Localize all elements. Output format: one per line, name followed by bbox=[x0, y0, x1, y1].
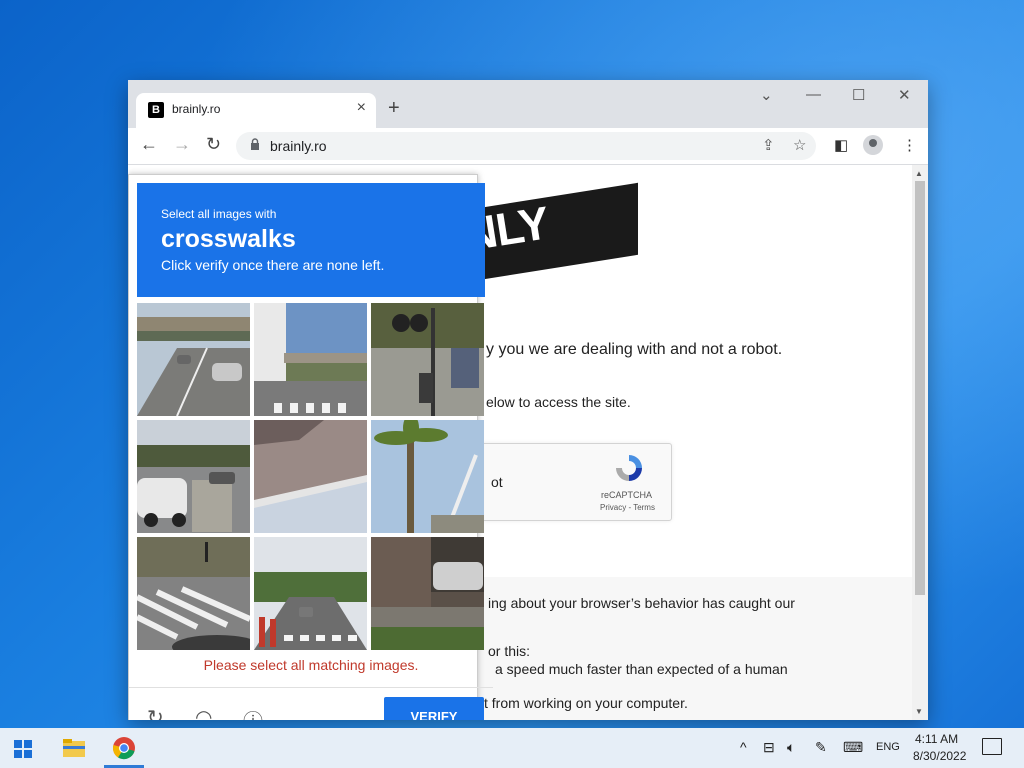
captcha-divider bbox=[129, 687, 493, 688]
browser-tab[interactable]: B brainly.ro × bbox=[136, 93, 376, 128]
file-explorer-icon[interactable] bbox=[62, 736, 86, 760]
captcha-challenge: Select all images with crosswalks Click … bbox=[128, 174, 493, 720]
captcha-error-message: Please select all matching images. bbox=[203, 657, 419, 673]
captcha-header: Select all images with crosswalks Click … bbox=[137, 183, 485, 297]
audio-challenge-icon[interactable]: ◠ bbox=[195, 705, 217, 720]
minimize-button[interactable]: — bbox=[806, 86, 821, 103]
taskbar: ^ ⊟ 🔈︎ ✎ ⌨ ENG 4:11 AM 8/30/2022 bbox=[0, 728, 1024, 768]
captcha-tile[interactable] bbox=[254, 303, 367, 416]
captcha-tile[interactable] bbox=[371, 303, 484, 416]
browser-toolbar: ← → ↻ brainly.ro ⇪ ☆ ◧ ⋮ bbox=[128, 128, 928, 165]
captcha-instruction: Select all images with bbox=[161, 207, 277, 221]
close-window-button[interactable]: ✕ bbox=[898, 86, 911, 104]
captcha-keyword: crosswalks bbox=[161, 225, 296, 253]
info-line: a speed much faster than expected of a h… bbox=[495, 661, 788, 677]
forward-arrow-icon[interactable]: → bbox=[173, 134, 191, 155]
lock-icon bbox=[251, 138, 259, 150]
back-arrow-icon[interactable]: ← bbox=[140, 134, 158, 155]
windows-start-icon[interactable] bbox=[14, 740, 32, 758]
scroll-thumb[interactable] bbox=[915, 181, 925, 595]
tab-title: brainly.ro bbox=[172, 102, 221, 116]
title-bar: B brainly.ro × + ⌄ — ☐ ✕ bbox=[128, 80, 928, 128]
pen-icon[interactable]: ✎ bbox=[815, 739, 827, 756]
profile-avatar[interactable] bbox=[863, 135, 883, 155]
reload-icon[interactable]: ↻ bbox=[206, 134, 221, 155]
recaptcha-logo-icon bbox=[616, 455, 642, 481]
info-icon[interactable]: ⓘ bbox=[243, 705, 265, 720]
captcha-tile[interactable] bbox=[254, 420, 367, 533]
new-tab-button[interactable]: + bbox=[388, 97, 400, 120]
notification-center-icon[interactable] bbox=[982, 738, 1002, 755]
captcha-tile[interactable] bbox=[254, 537, 367, 650]
language-indicator[interactable]: ENG bbox=[876, 741, 900, 753]
access-instruction-text: elow to access the site. bbox=[486, 394, 631, 410]
captcha-tile[interactable] bbox=[137, 303, 250, 416]
scroll-up-icon[interactable]: ▲ bbox=[915, 169, 923, 178]
info-line: t from working on your computer. bbox=[484, 695, 688, 711]
browser-window: B brainly.ro × + ⌄ — ☐ ✕ ← → ↻ brainly.r… bbox=[128, 80, 928, 720]
captcha-tile[interactable] bbox=[137, 420, 250, 533]
captcha-tile[interactable] bbox=[371, 420, 484, 533]
captcha-tile[interactable] bbox=[137, 537, 250, 650]
captcha-tile[interactable] bbox=[371, 537, 484, 650]
share-icon[interactable]: ⇪ bbox=[762, 136, 775, 154]
captcha-subtext: Click verify once there are none left. bbox=[161, 257, 385, 273]
brainly-favicon-icon: B bbox=[148, 102, 164, 118]
chrome-icon[interactable] bbox=[112, 736, 136, 760]
recaptcha-label: ot bbox=[491, 474, 503, 490]
scroll-down-icon[interactable]: ▼ bbox=[915, 707, 923, 716]
bookmark-star-icon[interactable]: ☆ bbox=[793, 136, 806, 154]
keyboard-icon[interactable]: ⌨ bbox=[843, 739, 863, 756]
info-line: or this: bbox=[488, 643, 531, 659]
tab-search-chevron-icon[interactable]: ⌄ bbox=[760, 86, 773, 104]
clock-date[interactable]: 8/30/2022 bbox=[913, 749, 966, 763]
address-bar[interactable]: brainly.ro ⇪ ☆ bbox=[236, 132, 816, 160]
maximize-button[interactable]: ☐ bbox=[852, 86, 865, 104]
reload-challenge-icon[interactable]: ↻ bbox=[147, 705, 169, 720]
volume-icon[interactable]: 🔈︎ bbox=[787, 739, 795, 756]
verify-button[interactable]: VERIFY bbox=[384, 697, 484, 720]
info-line: ing about your browser’s behavior has ca… bbox=[488, 595, 795, 611]
recaptcha-privacy-terms[interactable]: Privacy - Terms bbox=[600, 503, 655, 512]
network-icon[interactable]: ⊟ bbox=[763, 739, 775, 756]
tray-overflow-chevron-icon[interactable]: ^ bbox=[740, 739, 747, 755]
clock-time[interactable]: 4:11 AM bbox=[915, 732, 958, 746]
robot-check-text: y you we are dealing with and not a robo… bbox=[486, 341, 783, 358]
side-panel-icon[interactable]: ◧ bbox=[834, 136, 848, 154]
menu-kebab-icon[interactable]: ⋮ bbox=[902, 136, 917, 154]
url-text: brainly.ro bbox=[270, 138, 327, 154]
recaptcha-brand: reCAPTCHA bbox=[601, 490, 653, 500]
tab-close-icon[interactable]: × bbox=[357, 99, 366, 117]
page-scrollbar[interactable]: ▲ ▼ bbox=[912, 165, 928, 720]
